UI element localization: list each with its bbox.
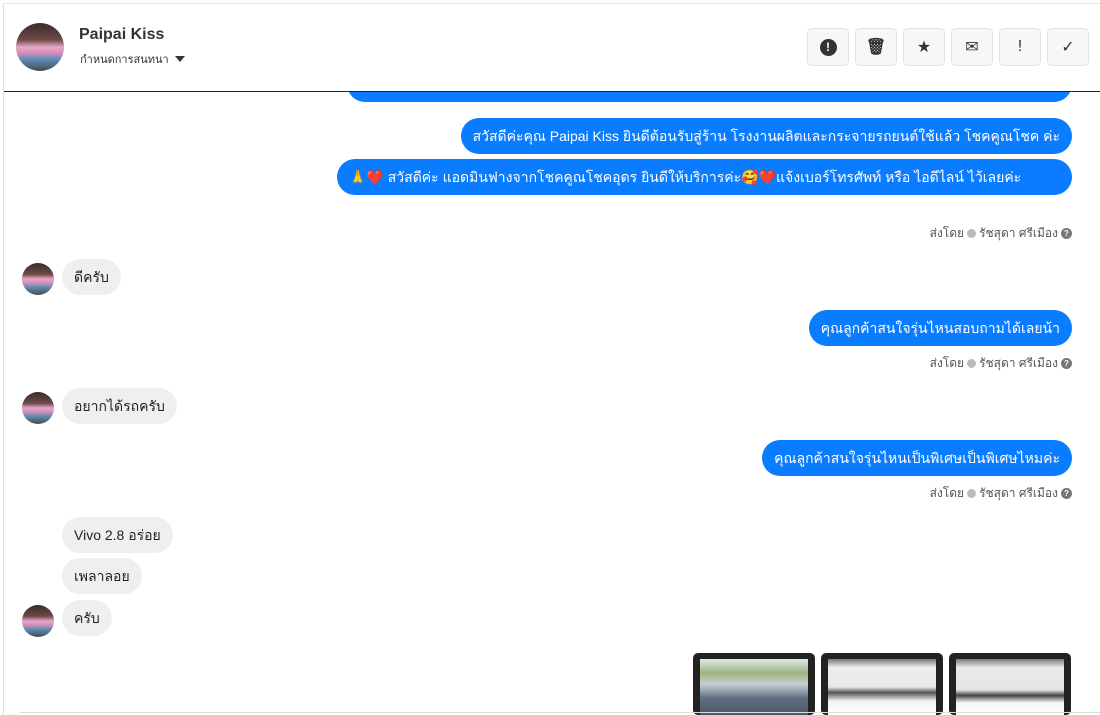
- sent-by-meta: ส่งโดย รัชสุดา ศรีเมือง?: [930, 224, 1072, 243]
- image-attachment[interactable]: [949, 653, 1071, 715]
- message-bubble-incoming: ดีครับ: [62, 259, 121, 295]
- agent-name: รัชสุดา ศรีเมือง: [979, 226, 1058, 240]
- check-icon: ✓: [1061, 39, 1075, 56]
- mark-unread-button[interactable]: ✉: [951, 28, 993, 66]
- sent-by-label: ส่งโดย: [929, 486, 965, 500]
- image-attachment[interactable]: [821, 653, 943, 715]
- agent-name: รัชสุดา ศรีเมือง: [979, 486, 1058, 500]
- contact-avatar-small: [22, 605, 54, 637]
- important-button[interactable]: !: [999, 28, 1041, 66]
- done-button[interactable]: ✓: [1047, 28, 1089, 66]
- agent-icon: [967, 359, 977, 368]
- message-bubble-incoming: อยากได้รถครับ: [62, 388, 177, 424]
- agent-icon: [967, 229, 977, 238]
- help-icon[interactable]: ?: [1061, 358, 1072, 369]
- truck-photo: [828, 659, 936, 715]
- composer-divider: [20, 712, 1100, 713]
- message-bubble-incoming: Vivo 2.8 อร่อย: [62, 517, 173, 553]
- truck-photo: [956, 659, 1064, 715]
- sent-by-meta: ส่งโดย รัชสุดา ศรีเมือง?: [930, 354, 1072, 373]
- report-button[interactable]: !: [807, 28, 849, 66]
- message-bubble-incoming: ครับ: [62, 600, 112, 636]
- star-button[interactable]: ★: [903, 28, 945, 66]
- sent-by-meta: ส่งโดย รัชสุดา ศรีเมือง?: [930, 484, 1072, 503]
- agent-icon: [967, 489, 977, 498]
- sent-by-label: ส่งโดย: [929, 356, 965, 370]
- message-bubble-outgoing: สวัสดีค่ะคุณ Paipai Kiss ยินดีต้อนรับสู่…: [460, 118, 1072, 154]
- agent-name: รัชสุดา ศรีเมือง: [979, 356, 1058, 370]
- contact-avatar[interactable]: [16, 23, 64, 71]
- caret-down-icon: [174, 56, 185, 62]
- toolbar: ! 🗑 ★ ✉ ! ✓: [807, 28, 1089, 66]
- assign-label: กำหนดการสนทนา: [80, 54, 169, 66]
- message-bubble-outgoing: คุณลูกค้าสนใจรุ่นไหนเป็นพิเศษเป็นพิเศษไห…: [762, 440, 1072, 476]
- envelope-icon: ✉: [965, 39, 979, 56]
- exclamation-icon: !: [1017, 38, 1023, 55]
- message-bubble-outgoing: คุณลูกค้าสนใจรุ่นไหนสอบถามได้เลยน้า: [808, 310, 1072, 346]
- help-icon[interactable]: ?: [1061, 488, 1072, 499]
- assign-conversation-dropdown[interactable]: กำหนดการสนทนา: [80, 50, 185, 68]
- sent-by-label: ส่งโดย: [929, 226, 965, 240]
- contact-name[interactable]: Paipai Kiss: [79, 26, 164, 44]
- alert-circle-icon: !: [819, 38, 837, 56]
- contact-avatar-small: [22, 263, 54, 295]
- message-bubble-incoming: เพลาลอย: [62, 558, 142, 594]
- trash-icon: 🗑: [865, 39, 887, 56]
- message-bubble-outgoing: 🙏❤️ สวัสดีค่ะ แอดมินฟางจากโชคคูณโชคอุดร …: [337, 159, 1072, 195]
- contact-avatar-small: [22, 392, 54, 424]
- image-attachment[interactable]: [693, 653, 815, 715]
- conversation-header: Paipai Kiss กำหนดการสนทนา ! 🗑 ★ ✉ ! ✓: [4, 4, 1100, 92]
- star-icon: ★: [916, 39, 932, 56]
- truck-photo: [700, 659, 808, 715]
- help-icon[interactable]: ?: [1061, 228, 1072, 239]
- delete-button[interactable]: 🗑: [855, 28, 897, 66]
